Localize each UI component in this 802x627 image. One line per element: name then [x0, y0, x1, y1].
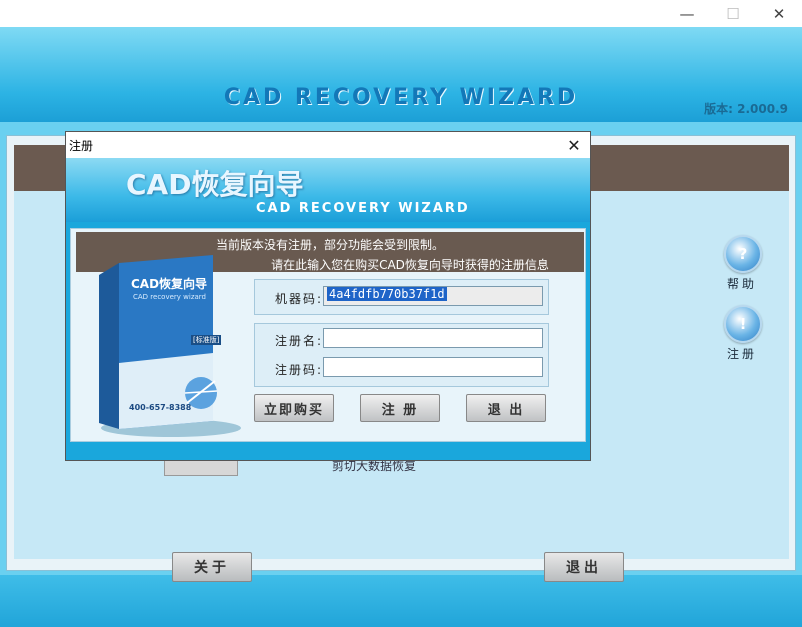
register-button[interactable]: 注 册	[360, 394, 440, 422]
box-product-subtitle: CAD recovery wizard	[133, 293, 206, 301]
box-phone: 400-657-8388	[129, 403, 192, 412]
close-icon: ✕	[772, 4, 786, 23]
maximize-icon: ☐	[726, 4, 740, 23]
banner-title-en: CAD RECOVERY WIZARD	[256, 201, 470, 216]
banner-title-cn: CAD恢复向导	[126, 168, 304, 201]
window-close-button[interactable]: ✕	[756, 0, 802, 27]
maximize-button[interactable]: ☐	[710, 0, 756, 27]
minimize-button[interactable]: —	[664, 0, 710, 27]
dialog-exit-button[interactable]: 退 出	[466, 394, 546, 422]
machine-code-value: 4a4fdfb770b37f1d	[327, 287, 447, 301]
machine-code-field[interactable]: 4a4fdfb770b37f1d	[323, 286, 543, 306]
reg-name-input[interactable]	[323, 328, 543, 348]
app-title: CAD RECOVERY WIZARD	[223, 85, 579, 110]
register-label: 注册	[726, 347, 757, 361]
exit-app-button[interactable]: 退出	[544, 552, 624, 582]
dialog-title: 注册	[69, 139, 94, 153]
notice-line-1: 当前版本没有注册，部分功能会受到限制。	[215, 238, 444, 252]
reg-name-label: 注册名:	[275, 334, 324, 348]
about-button[interactable]: 关于	[172, 552, 252, 582]
help-button[interactable]: ?	[724, 235, 762, 273]
machine-code-group: 机器码: 4a4fdfb770b37f1d	[254, 279, 549, 315]
os-title-bar: — ☐ ✕	[0, 0, 802, 27]
reg-code-input[interactable]	[323, 357, 543, 377]
help-icon: ?	[724, 235, 762, 273]
app-footer	[0, 575, 802, 627]
buy-now-button[interactable]: 立即购买	[254, 394, 334, 422]
register-side-button[interactable]: !	[724, 305, 762, 343]
box-product-name: CAD恢复向导	[131, 277, 208, 291]
registration-fields-group: 注册名: 注册码:	[254, 323, 549, 387]
reg-code-label: 注册码:	[275, 363, 324, 377]
product-box-image: CAD恢复向导 CAD recovery wizard [标准版] 400-65…	[91, 253, 241, 443]
minimize-icon: —	[679, 4, 695, 23]
help-label: 帮助	[726, 277, 757, 291]
dialog-title-bar: 注册 ✕	[66, 132, 590, 158]
box-edition: [标准版]	[191, 335, 222, 345]
app-header: CAD RECOVERY WIZARD 版本: 2.000.9	[0, 27, 802, 122]
dialog-content: 当前版本没有注册，部分功能会受到限制。 请在此输入您在购买CAD恢复向导时获得的…	[70, 228, 586, 442]
register-icon: !	[724, 305, 762, 343]
machine-code-label: 机器码:	[275, 292, 324, 306]
dialog-close-button[interactable]: ✕	[558, 132, 590, 158]
close-icon: ✕	[567, 135, 581, 155]
version-label: 版本: 2.000.9	[704, 102, 788, 116]
register-dialog: 注册 ✕ CAD恢复向导 CAD RECOVERY WIZARD 当前版本没有注…	[65, 131, 591, 461]
dialog-banner: CAD恢复向导 CAD RECOVERY WIZARD	[66, 158, 590, 222]
